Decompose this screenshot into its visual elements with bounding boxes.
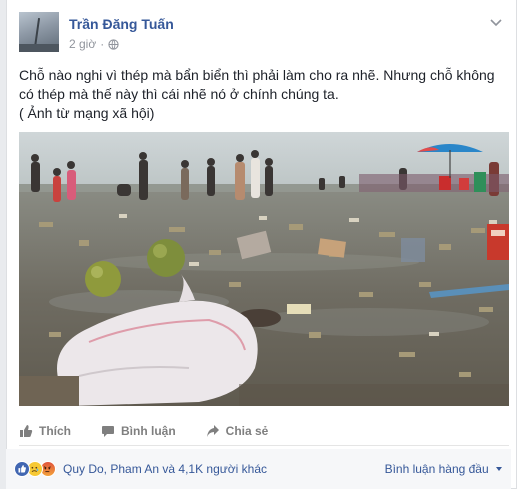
post-header: Trần Đăng Tuấn 2 giờ · [19, 12, 504, 56]
share-label: Chia sẻ [225, 423, 269, 438]
like-reaction-icon[interactable] [14, 461, 30, 477]
globe-icon [108, 38, 119, 50]
post-text-line: Chỗ nào nghi vì thép mà bẩn biển thì phả… [19, 67, 495, 83]
comment-label: Bình luận [121, 423, 176, 438]
post-text: Chỗ nào nghi vì thép mà bẩn biển thì phả… [19, 66, 509, 123]
chevron-down-icon[interactable] [488, 14, 504, 30]
comment-sort-dropdown[interactable]: Bình luận hàng đầu [385, 462, 503, 476]
comment-sort-label: Bình luận hàng đầu [384, 462, 489, 476]
post-time[interactable]: 2 giờ [69, 37, 96, 51]
post-meta: 2 giờ · [69, 37, 119, 51]
post-card: Trần Đăng Tuấn 2 giờ · Chỗ nào nghi vì t… [6, 0, 517, 489]
comment-button[interactable]: Bình luận [101, 424, 176, 438]
like-label: Thích [39, 423, 71, 438]
post-photo[interactable] [19, 132, 509, 406]
comment-icon [102, 425, 114, 437]
meta-separator: · [100, 37, 105, 51]
sort-caret-icon [496, 467, 502, 471]
like-icon [20, 424, 33, 437]
reaction-summary[interactable]: Quy Do, Pham An và 4,1K người khác [63, 462, 267, 476]
share-button[interactable]: Chia sẻ [206, 423, 269, 438]
post-text-line: ( Ảnh từ mạng xã hội) [19, 105, 155, 121]
beach-trash-photo [19, 132, 509, 406]
author-name[interactable]: Trần Đăng Tuấn [69, 16, 174, 32]
share-icon [206, 424, 219, 437]
like-button[interactable]: Thích [19, 424, 71, 438]
reactions-bar: Quy Do, Pham An và 4,1K người khác Bình … [6, 449, 511, 489]
post-text-line: có thép mà thế này thì cái nhẽ nó ở chín… [19, 86, 339, 102]
avatar[interactable] [19, 12, 59, 52]
post-actions: Thích Bình luận Chia sẻ [19, 416, 509, 446]
